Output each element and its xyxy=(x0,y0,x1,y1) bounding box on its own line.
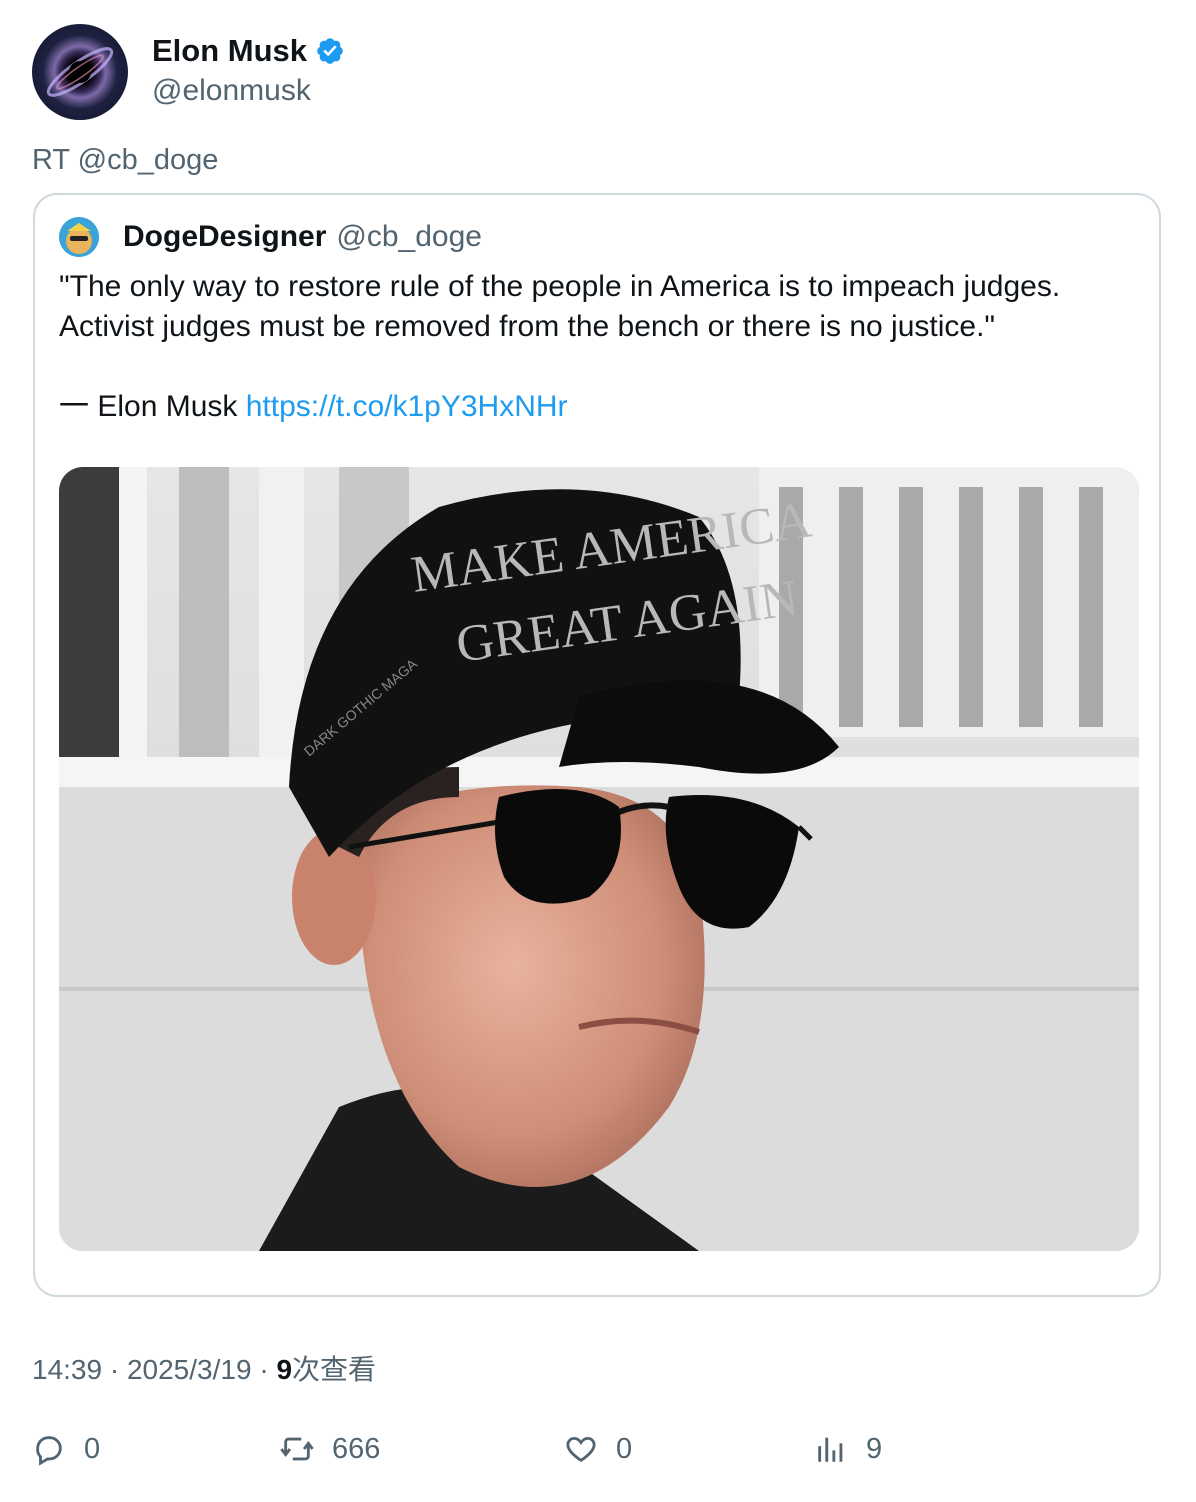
reply-button[interactable]: 0 xyxy=(32,1432,100,1466)
views-chart-icon xyxy=(818,1437,843,1462)
action-bar: 0 666 0 9 xyxy=(32,1432,1132,1476)
retweet-count: 666 xyxy=(332,1432,381,1465)
quoted-photo[interactable]: MAKE AMERICA GREAT AGAIN DARK GOTHIC MAG… xyxy=(59,467,1139,1251)
verified-badge-icon xyxy=(317,38,343,64)
meta-separator-2: · xyxy=(251,1354,277,1385)
tweet-views-count: 9 xyxy=(276,1354,293,1385)
tweet-meta: 14:39 · 2025/3/19 · 9次查看 xyxy=(32,1348,376,1388)
tweet-time[interactable]: 14:39 xyxy=(32,1354,102,1385)
author-display-name[interactable]: Elon Musk xyxy=(152,33,307,69)
quoted-link[interactable]: https://t.co/k1pY3HxNHr xyxy=(246,390,568,423)
quoted-handle[interactable]: @cb_doge xyxy=(336,220,482,254)
like-count: 0 xyxy=(616,1432,633,1465)
author-handle[interactable]: @elonmusk xyxy=(152,71,345,111)
reply-count: 0 xyxy=(84,1432,101,1465)
quoted-text: "The only way to restore rule of the peo… xyxy=(59,267,1149,427)
heart-icon xyxy=(566,1436,596,1462)
retweet-icon xyxy=(280,1437,314,1461)
quoted-display-name[interactable]: DogeDesigner xyxy=(123,220,326,254)
retweet-button[interactable]: 666 xyxy=(280,1432,380,1466)
quoted-attribution-line: 一 Elon Musk https://t.co/k1pY3HxNHr xyxy=(59,387,1149,427)
author-display-name-row[interactable]: Elon Musk xyxy=(152,33,345,69)
author-names: Elon Musk @elonmusk xyxy=(152,33,345,111)
tweet-views-label: 次查看 xyxy=(292,1354,377,1385)
quoted-text-line2: Activist judges must be removed from the… xyxy=(59,310,996,343)
views-count: 9 xyxy=(866,1432,883,1465)
quoted-tweet-card[interactable]: DogeDesigner @cb_doge "The only way to r… xyxy=(33,193,1161,1297)
meta-separator-1: · xyxy=(102,1354,127,1385)
quoted-attribution: 一 Elon Musk xyxy=(59,390,246,423)
views-button[interactable]: 9 xyxy=(814,1432,882,1466)
tweet-header: Elon Musk @elonmusk xyxy=(32,24,345,120)
quoted-avatar xyxy=(59,217,99,257)
quoted-text-line1: "The only way to restore rule of the peo… xyxy=(59,270,1061,303)
quoted-header: DogeDesigner @cb_doge xyxy=(59,217,482,257)
retweet-line: RT @cb_doge xyxy=(32,144,219,176)
author-avatar[interactable] xyxy=(32,24,128,120)
reply-icon xyxy=(36,1436,62,1466)
like-button[interactable]: 0 xyxy=(564,1432,632,1466)
tweet-date[interactable]: 2025/3/19 xyxy=(127,1354,252,1385)
